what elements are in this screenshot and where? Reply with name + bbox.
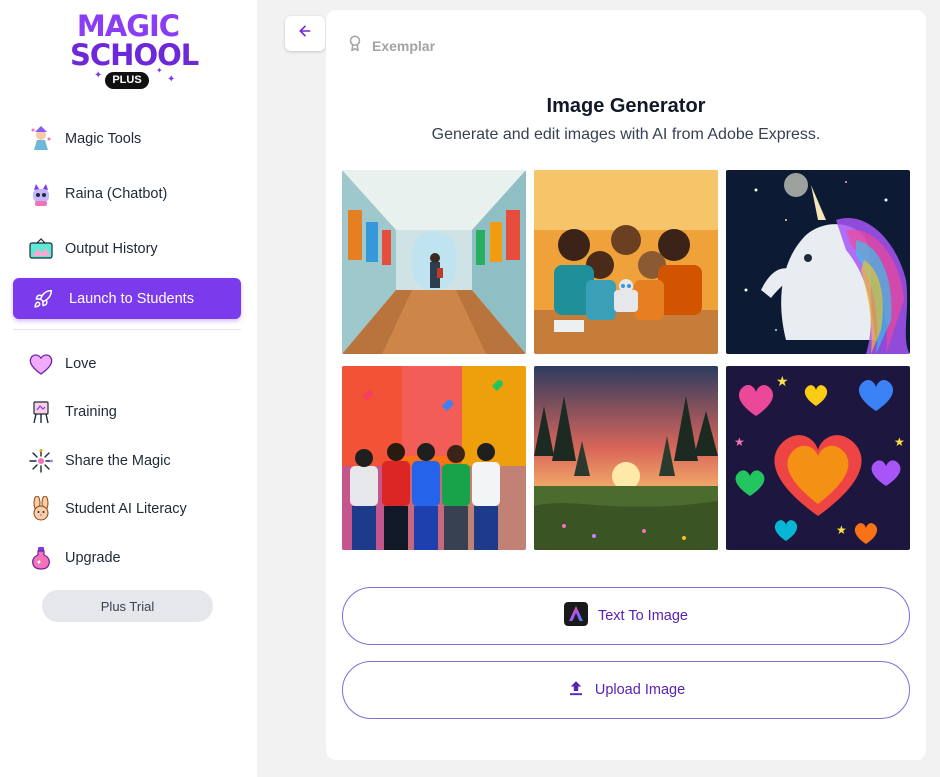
potion-icon	[27, 544, 55, 572]
example-image-unicorn[interactable]	[726, 170, 910, 354]
sidebar-item-share-the-magic[interactable]: Share the Magic	[13, 440, 241, 481]
sidebar-item-magic-tools[interactable]: Magic Tools	[13, 118, 241, 159]
sidebar-item-label: Upgrade	[65, 549, 121, 566]
sidebar-item-label: Training	[65, 403, 117, 420]
easel-icon	[27, 398, 55, 426]
star-icon: ✦	[94, 70, 103, 81]
svg-text:★: ★	[894, 435, 905, 449]
sidebar-item-launch-to-students[interactable]: Launch to Students	[13, 278, 241, 319]
svg-text:★: ★	[734, 435, 745, 449]
plus-trial-button[interactable]: Plus Trial	[42, 590, 213, 622]
sidebar-divider	[13, 329, 241, 330]
sidebar-item-upgrade[interactable]: Upgrade	[13, 537, 241, 578]
text-to-image-label: Text To Image	[597, 608, 688, 624]
exemplar-tab[interactable]: Exemplar	[346, 34, 435, 57]
page-title: Image Generator	[546, 95, 706, 117]
award-icon	[346, 34, 364, 57]
logo-line2: SCHOOL	[70, 38, 199, 72]
rocket-icon	[29, 285, 57, 313]
main-card: Exemplar Image Generator Generate and ed…	[326, 10, 926, 760]
upload-image-button[interactable]: Upload Image	[342, 661, 910, 719]
sidebar-item-label: Share the Magic	[65, 452, 171, 469]
example-image-kids-painting[interactable]	[342, 366, 526, 550]
sparkle-icon	[27, 447, 55, 475]
exemplar-label: Exemplar	[372, 37, 436, 54]
plus-badge: PLUS	[105, 72, 149, 89]
logo-line1: MAGIC	[76, 9, 180, 43]
heart-icon	[27, 350, 55, 378]
sidebar-item-label: Magic Tools	[65, 130, 142, 147]
bunny-icon	[27, 495, 55, 523]
sidebar-item-training[interactable]: Training	[13, 391, 241, 432]
sidebar: MAGIC SCHOOL ✦ ✦ ✦ PLUS Magic Tools Rain…	[0, 0, 257, 777]
sidebar-item-label: Student AI Literacy	[65, 500, 187, 517]
sidebar-item-output-history[interactable]: Output History	[13, 228, 241, 269]
magicschool-logo[interactable]: MAGIC SCHOOL ✦ ✦ ✦ PLUS	[70, 9, 199, 90]
example-image-sunset-forest[interactable]	[534, 366, 718, 550]
sidebar-item-label: Love	[65, 355, 97, 372]
magic-tools-icon	[27, 125, 55, 153]
svg-text:★: ★	[836, 523, 847, 537]
star-icon: ✦	[156, 66, 163, 75]
adobe-express-icon	[563, 601, 588, 631]
text-to-image-button[interactable]: Text To Image	[342, 587, 910, 645]
sidebar-item-label: Raina (Chatbot)	[65, 185, 168, 202]
sidebar-item-student-ai-literacy[interactable]: Student AI Literacy	[13, 488, 241, 529]
svg-text:★: ★	[776, 374, 789, 390]
sidebar-item-love[interactable]: Love	[13, 343, 241, 384]
sidebar-item-raina-chatbot[interactable]: Raina (Chatbot)	[13, 173, 241, 214]
page-subtitle: Generate and edit images with AI from Ad…	[431, 126, 821, 143]
star-icon: ✦	[167, 74, 176, 85]
back-button[interactable]	[285, 16, 325, 51]
upload-icon	[567, 679, 585, 702]
arrow-left-icon	[297, 23, 313, 44]
raina-chatbot-icon	[27, 180, 55, 208]
upload-image-label: Upload Image	[594, 682, 686, 698]
sidebar-item-label: Launch to Students	[69, 290, 194, 307]
example-image-kids-robot[interactable]	[534, 170, 718, 354]
example-image-hallway[interactable]	[342, 170, 526, 354]
sidebar-item-label: Output History	[65, 240, 158, 257]
example-image-hearts[interactable]: ★ ★ ★ ★	[726, 366, 910, 550]
output-history-icon	[27, 235, 55, 263]
